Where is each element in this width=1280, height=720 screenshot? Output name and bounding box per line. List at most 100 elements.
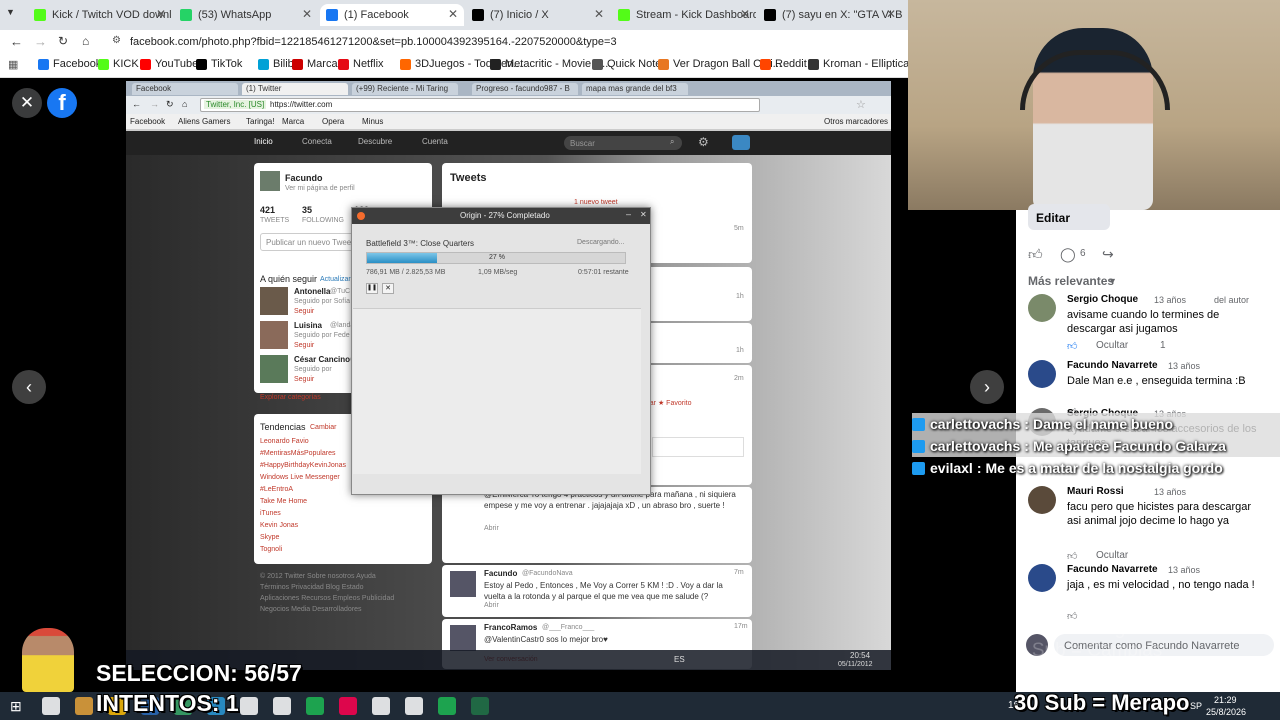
tab-close-icon[interactable]: ✕ <box>302 7 312 21</box>
browser-tab[interactable]: Kick / Twitch VOD downlo ✕ <box>28 4 172 26</box>
forward-icon[interactable]: → <box>34 34 47 49</box>
bookmark-favicon-icon <box>760 58 771 70</box>
old-bookmark: Opera <box>322 117 345 126</box>
bookmark-item[interactable]: Netflix <box>338 58 384 70</box>
next-photo-button[interactable]: › <box>970 370 1004 404</box>
commenter-name[interactable]: Facundo Navarrete <box>1067 564 1158 575</box>
start-icon[interactable]: ⊞ <box>10 698 22 715</box>
tiktok-icon[interactable] <box>339 697 357 715</box>
bookmark-item[interactable]: Quick Note <box>592 58 661 70</box>
comment-text: facu pero que hicistes para descargar as… <box>1067 501 1252 527</box>
tab-close-icon[interactable]: ✕ <box>156 7 166 21</box>
bookmark-item[interactable]: Marca <box>292 58 338 70</box>
apps-icon[interactable]: ▦ <box>8 58 18 71</box>
commenter-avatar[interactable] <box>1028 294 1056 322</box>
old-browser-tab: (1) Twitter <box>242 83 348 95</box>
comment-like-icon[interactable]: 👍︎ <box>1067 550 1077 562</box>
browser-tab[interactable]: (1) Facebook ✕ <box>320 4 464 26</box>
intentos-counter: INTENTOS: 1 <box>96 690 239 716</box>
commenter-avatar[interactable] <box>1028 486 1056 514</box>
hide-comment-link[interactable]: Ocultar <box>1096 340 1128 351</box>
bookmark-item[interactable]: KICK <box>98 58 139 70</box>
tweet-footer-link: Abrir <box>484 525 499 532</box>
site-info-icon[interactable]: ⚙ <box>112 35 121 46</box>
browser-tab[interactable]: (53) WhatsApp ✕ <box>174 4 318 26</box>
tab-close-icon[interactable]: ✕ <box>594 7 604 21</box>
browser-tab[interactable]: (7) sayu en X: "GTA VI BEA✕ <box>758 4 902 26</box>
bookmark-favicon-icon <box>38 58 49 70</box>
browser-tab[interactable]: (7) Inicio / X ✕ <box>466 4 610 26</box>
comment-age[interactable]: 13 años <box>1168 565 1200 575</box>
comment-age[interactable]: 13 años <box>1154 487 1186 497</box>
close-viewer-button[interactable]: ✕ <box>12 88 42 118</box>
trend-item: Skype <box>260 534 280 541</box>
bookmark-item[interactable]: Facebook <box>38 58 101 70</box>
edit-label: Editar <box>1036 211 1071 225</box>
origin-remaining: 0:57:01 restante <box>578 269 629 276</box>
chat-user: carlettovachs <box>930 416 1021 432</box>
commenter-name[interactable]: Facundo Navarrete <box>1067 360 1158 371</box>
url-text[interactable]: facebook.com/photo.php?fbid=122185461271… <box>130 36 617 48</box>
browser-tab[interactable]: Stream - Kick Dashboard ✕ <box>612 4 756 26</box>
tab-favicon-icon <box>764 9 776 21</box>
tab-close-icon[interactable]: ✕ <box>740 7 750 21</box>
suggestion-avatar <box>260 287 288 315</box>
facebook-logo-icon[interactable]: f <box>47 88 77 118</box>
bookmark-favicon-icon <box>808 58 819 70</box>
previous-photo-button[interactable]: ‹ <box>12 370 46 404</box>
tab-list-button[interactable]: ▼ <box>6 7 22 23</box>
obs-icon[interactable] <box>372 697 390 715</box>
comment-age[interactable]: 13 años <box>1154 295 1186 305</box>
comment-like-count: 1 <box>1160 340 1166 351</box>
commenter-name[interactable]: Mauri Rossi <box>1067 486 1124 497</box>
hide-comment-link[interactable]: Ocultar <box>1096 550 1128 561</box>
commenter-name[interactable]: Sergio Choque <box>1067 294 1138 305</box>
file-explorer-icon[interactable] <box>75 697 93 715</box>
tweet-text: @ValentinCastr0 sos lo mejor bro♥ <box>484 635 608 644</box>
commenter-avatar[interactable] <box>1028 564 1056 592</box>
trend-item: Take Me Home <box>260 498 308 505</box>
origin-download-dialog: Origin - 27% Completado – ✕ Battlefield … <box>351 207 651 495</box>
chat-user: evilaxl <box>930 460 973 476</box>
footer-line: Negocios Media Desarrolladores <box>260 606 362 613</box>
referee-avatar <box>22 628 74 692</box>
comment-age[interactable]: 13 años <box>1168 361 1200 371</box>
bookmark-item[interactable]: YouTube <box>140 58 198 70</box>
home-icon[interactable]: ⌂ <box>82 34 89 48</box>
origin-close-icon: ✕ <box>640 210 647 219</box>
sort-comments[interactable]: Más relevantes <box>1028 274 1114 288</box>
app-icon[interactable] <box>405 697 423 715</box>
system-clock[interactable]: 21:29 <box>1214 695 1237 705</box>
commenter-avatar[interactable] <box>1028 360 1056 388</box>
excel-icon[interactable] <box>471 697 489 715</box>
reload-icon[interactable]: ↻ <box>58 34 68 48</box>
tab-favicon-icon <box>326 9 338 21</box>
edge-icon[interactable] <box>240 697 258 715</box>
twitter-nav-item: Descubre <box>358 137 393 146</box>
tab-close-icon[interactable]: ✕ <box>448 7 458 21</box>
old-other-bookmarks: Otros marcadores <box>824 117 889 126</box>
tab-close-icon[interactable]: ✕ <box>886 7 896 21</box>
xbox-icon[interactable] <box>273 697 291 715</box>
bookmark-item[interactable]: Reddit <box>760 58 807 70</box>
tweet-time: 1h <box>736 293 744 300</box>
comment-icon[interactable]: ◯ <box>1060 246 1076 263</box>
share-icon[interactable]: ↪ <box>1102 246 1114 263</box>
search-icon[interactable] <box>42 697 60 715</box>
chevron-down-icon[interactable]: ▼ <box>1108 276 1117 286</box>
comment-like-icon[interactable]: 👍︎ <box>1067 340 1077 352</box>
trend-item: #LeEntroA <box>260 486 294 493</box>
like-icon[interactable]: 👍︎ <box>1028 246 1043 263</box>
old-browser-tabs: Facebook (1) Twitter (+99) Reciente - Mi T… <box>126 81 891 96</box>
spotify-icon[interactable] <box>438 697 456 715</box>
twitter-footer: © 2012 Twitter Sobre nosotros Ayuda Térmi… <box>254 573 432 643</box>
tweet-avatar <box>450 571 476 597</box>
epic-icon[interactable] <box>306 697 324 715</box>
bookmark-item[interactable]: TikTok <box>196 58 242 70</box>
footer-line: Términos Privacidad Blog Estado <box>260 584 364 591</box>
chat-separator: : <box>1024 438 1029 454</box>
system-date[interactable]: 25/8/2026 <box>1206 707 1246 717</box>
old-clock: 20:54 <box>850 651 871 660</box>
tweet-count-label: TWEETS <box>260 217 290 224</box>
back-icon[interactable]: ← <box>10 34 23 49</box>
